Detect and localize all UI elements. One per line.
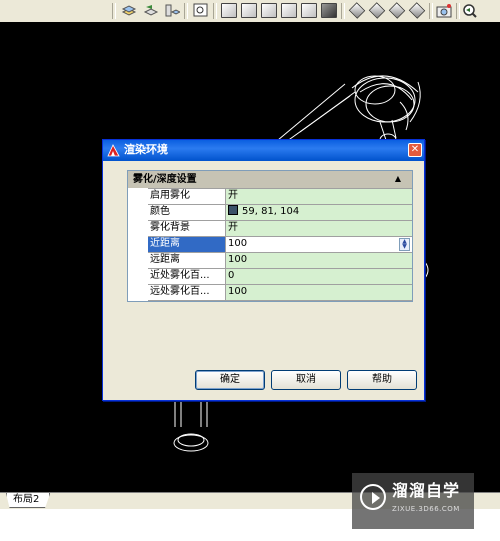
color-swatch — [228, 205, 238, 215]
toolbar-separator — [456, 3, 460, 19]
toolbar-separator — [213, 3, 217, 19]
view-back-icon[interactable] — [321, 3, 337, 18]
color-value: 59, 81, 104 — [242, 206, 300, 217]
property-row-near-distance[interactable]: 近距离 100 ▲ ▼ — [148, 236, 412, 252]
spinner-up-down-icon[interactable]: ▲ ▼ — [399, 238, 410, 251]
property-name: 远距离 — [148, 253, 226, 268]
dialog-titlebar[interactable]: 渲染环境 ✕ — [103, 140, 424, 161]
zoom-previous-icon[interactable] — [462, 3, 478, 18]
toolbar — [0, 0, 500, 23]
autocad-app-icon — [107, 144, 120, 157]
property-grid: 雾化/深度设置 ▲ 启用雾化 开 颜色 59, 81, 104 雾化背景 开 近… — [127, 170, 413, 302]
property-row-far-distance[interactable]: 远距离 100 — [148, 252, 412, 268]
render-environment-dialog: 渲染环境 ✕ 雾化/深度设置 ▲ 启用雾化 开 颜色 59, 81, 104 雾… — [102, 139, 425, 401]
property-row-far-fog-percent[interactable]: 远处雾化百... 100 — [148, 284, 412, 301]
property-name: 雾化背景 — [148, 221, 226, 236]
property-value[interactable]: 开 — [226, 189, 412, 204]
close-button[interactable]: ✕ — [408, 143, 422, 157]
zoom-window-icon[interactable] — [193, 3, 209, 18]
property-name: 颜色 — [148, 205, 226, 220]
near-distance-value: 100 — [228, 238, 248, 249]
near-distance-input[interactable]: 100 ▲ ▼ — [226, 237, 412, 252]
property-name: 近处雾化百... — [148, 269, 226, 284]
property-name: 远处雾化百... — [148, 285, 226, 300]
view-sw-iso-icon[interactable] — [348, 2, 366, 19]
property-row-color[interactable]: 颜色 59, 81, 104 — [148, 204, 412, 220]
toolbar-separator — [341, 3, 345, 19]
view-nw-iso-icon[interactable] — [408, 2, 426, 19]
property-row-enable-fog[interactable]: 启用雾化 开 — [148, 188, 412, 204]
property-row-fog-background[interactable]: 雾化背景 开 — [148, 220, 412, 236]
property-name: 启用雾化 — [148, 189, 226, 204]
toolbar-separator — [112, 3, 116, 19]
property-value[interactable]: 100 — [226, 253, 412, 268]
toolbar-separator — [184, 3, 188, 19]
watermark: 溜溜自学 ZIXUE.3D66.COM — [352, 473, 474, 529]
category-header[interactable]: 雾化/深度设置 ▲ — [128, 171, 412, 188]
property-row-near-fog-percent[interactable]: 近处雾化百... 0 — [148, 268, 412, 284]
property-value[interactable]: 100 — [226, 285, 412, 300]
view-left-icon[interactable] — [261, 3, 277, 18]
view-right-icon[interactable] — [281, 3, 297, 18]
property-name: 近距离 — [148, 237, 226, 252]
ok-button[interactable]: 确定 — [195, 370, 265, 390]
category-title: 雾化/深度设置 — [133, 174, 197, 185]
property-value-color[interactable]: 59, 81, 104 — [226, 205, 412, 220]
play-logo-icon — [360, 484, 386, 510]
layer-previous-icon[interactable] — [143, 3, 159, 18]
layer-states-icon[interactable] — [164, 3, 182, 18]
tab-layout2[interactable]: 布局2 — [6, 493, 51, 508]
watermark-name: 溜溜自学 — [392, 481, 461, 500]
help-button[interactable]: 帮助 — [347, 370, 417, 390]
view-front-icon[interactable] — [301, 3, 317, 18]
play-triangle-icon — [372, 492, 380, 504]
view-top-icon[interactable] — [221, 3, 237, 18]
collapse-arrow-icon[interactable]: ▲ — [392, 174, 404, 184]
property-value[interactable]: 开 — [226, 221, 412, 236]
property-value[interactable]: 0 — [226, 269, 412, 284]
camera-icon[interactable] — [436, 3, 452, 18]
view-se-iso-icon[interactable] — [368, 2, 386, 19]
view-ne-iso-icon[interactable] — [388, 2, 406, 19]
toolbar-separator — [429, 3, 433, 19]
layer-icon[interactable] — [121, 3, 137, 18]
view-bottom-icon[interactable] — [241, 3, 257, 18]
cancel-button[interactable]: 取消 — [271, 370, 341, 390]
watermark-url: ZIXUE.3D66.COM — [392, 505, 460, 513]
dialog-title: 渲染环境 — [124, 143, 168, 156]
